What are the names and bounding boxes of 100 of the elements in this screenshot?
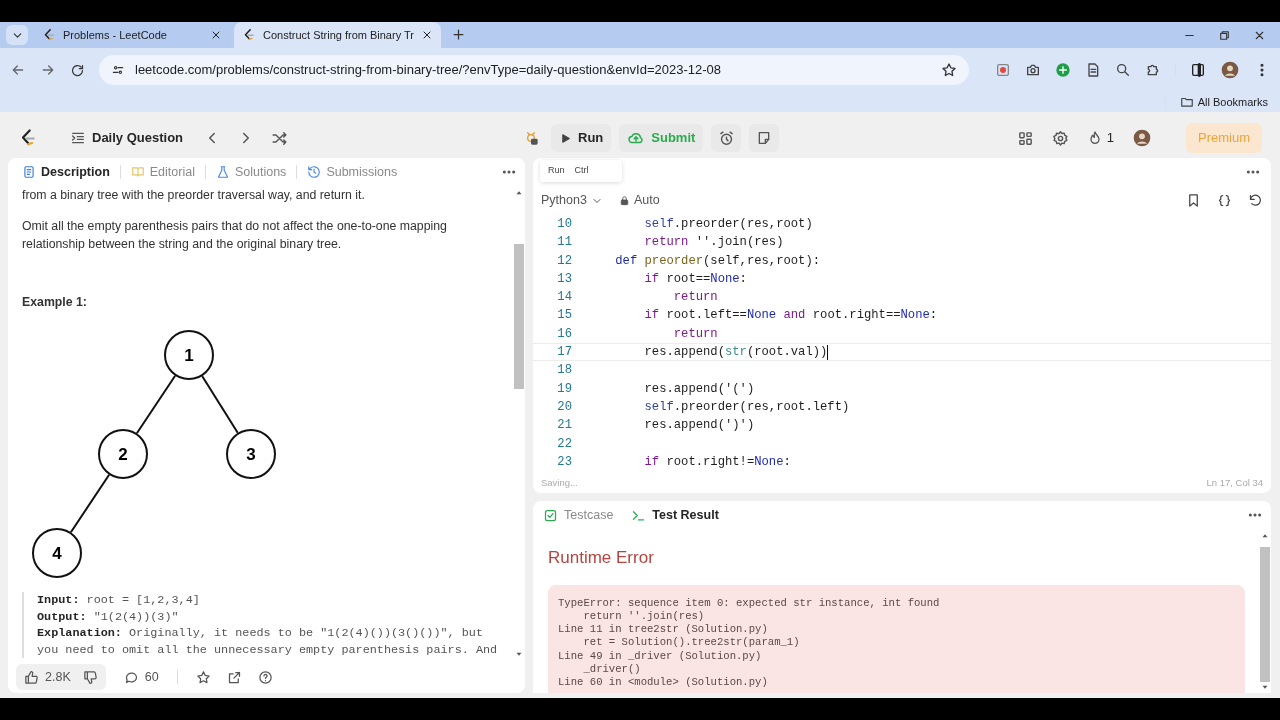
code-line: res.append(')') bbox=[643, 417, 755, 435]
save-status: Saving... bbox=[541, 475, 578, 490]
shuffle-icon[interactable] bbox=[271, 129, 289, 147]
tree-node: 2 bbox=[98, 429, 148, 479]
camera-icon[interactable] bbox=[1025, 62, 1041, 78]
tab[interactable]: Solutions bbox=[209, 160, 293, 184]
document-icon bbox=[22, 165, 36, 179]
tab[interactable]: Testcase bbox=[541, 505, 616, 525]
cursor-position: Ln 17, Col 34 bbox=[1206, 475, 1263, 490]
site-logo-icon bbox=[42, 28, 56, 42]
scrollbar-thumb[interactable] bbox=[1260, 547, 1270, 682]
language-dropdown[interactable]: Python3 bbox=[541, 191, 603, 210]
browser-tab[interactable]: Problems - LeetCode bbox=[34, 22, 230, 48]
code-line: return ''.join(res) bbox=[643, 234, 784, 252]
thumbs-up-icon bbox=[24, 669, 39, 685]
back-icon[interactable] bbox=[10, 62, 26, 78]
timer-button[interactable] bbox=[711, 124, 742, 152]
description-text: from a binary tree with the preorder traversal way, and return it. bbox=[22, 187, 366, 204]
format-code-icon[interactable] bbox=[1217, 193, 1232, 208]
tree-node: 4 bbox=[32, 528, 82, 578]
folder-icon bbox=[1179, 95, 1194, 109]
close-icon[interactable] bbox=[210, 29, 222, 41]
streak-button[interactable]: 1 bbox=[1086, 128, 1114, 148]
line-number: 16 bbox=[556, 325, 572, 343]
line-number: 19 bbox=[556, 380, 572, 398]
line-number: 11 bbox=[556, 234, 572, 252]
reset-icon[interactable] bbox=[1248, 193, 1263, 208]
error-line: Line 49 in _driver (Solution.py) bbox=[558, 649, 763, 663]
dislike-button[interactable] bbox=[82, 669, 98, 685]
error-line: Line 60 in <module> (Solution.py) bbox=[558, 676, 769, 690]
line-number: 15 bbox=[556, 307, 572, 325]
notes-button[interactable] bbox=[749, 124, 780, 152]
bookmarks-button[interactable]: All Bookmarks bbox=[1179, 93, 1268, 111]
example-line: Output: "1(2(4))(3)" bbox=[37, 608, 180, 625]
code-line: if root.right!=None: bbox=[643, 453, 791, 470]
lock-icon bbox=[618, 195, 630, 206]
run-button[interactable]: Run bbox=[551, 124, 612, 152]
description-text: Omit all the empty parenthesis pairs that do not affect the one-to-one mapping relationship between the string and the original binary tree. bbox=[22, 218, 448, 253]
reload-icon[interactable] bbox=[70, 62, 85, 78]
close-icon[interactable] bbox=[421, 29, 433, 41]
tree-node: 3 bbox=[226, 429, 276, 479]
example-line: Explanation: Originally, it needs to be "1(2(4)())(3()())", but you need to omit all the unnecessary empty parenthesis pairs. And bbox=[37, 625, 499, 658]
restore-icon[interactable] bbox=[1218, 28, 1231, 42]
code-line: res.append(str(root.val)) bbox=[643, 344, 828, 361]
avatar-icon[interactable] bbox=[1132, 128, 1152, 148]
tab-search-button[interactable] bbox=[6, 25, 28, 45]
share-icon[interactable] bbox=[226, 669, 242, 685]
layout-icon[interactable] bbox=[1016, 129, 1034, 147]
plus-icon[interactable] bbox=[1055, 62, 1071, 78]
scrollbar-thumb[interactable] bbox=[514, 244, 524, 389]
site-logo-icon bbox=[242, 28, 256, 42]
document-icon[interactable] bbox=[1085, 62, 1101, 78]
line-number: 12 bbox=[556, 252, 572, 270]
list-icon bbox=[70, 130, 86, 146]
tab[interactable]: Description bbox=[16, 160, 116, 184]
extensions-icon[interactable] bbox=[1145, 62, 1161, 78]
line-number: 20 bbox=[556, 398, 572, 416]
comment-icon bbox=[123, 669, 139, 685]
auto-mode-label: Auto bbox=[618, 191, 660, 210]
tooltip: Run Ctrl bbox=[540, 160, 622, 182]
thumbs-down-icon bbox=[82, 669, 98, 685]
settings-icon[interactable] bbox=[1051, 129, 1069, 147]
code-line: self.preorder(res,root.left) bbox=[643, 398, 850, 416]
star-icon[interactable] bbox=[195, 669, 211, 685]
problem-list-button[interactable]: Daily Question bbox=[64, 124, 190, 152]
flask-icon bbox=[215, 165, 230, 179]
text-cursor bbox=[827, 344, 829, 360]
error-line: _driver() bbox=[582, 663, 642, 677]
comments-button[interactable]: 60 bbox=[123, 667, 159, 687]
star-icon[interactable] bbox=[941, 62, 957, 78]
line-number: 18 bbox=[556, 362, 572, 380]
tree-node: 1 bbox=[164, 330, 214, 380]
checkbox-icon bbox=[543, 507, 558, 523]
search-icon[interactable] bbox=[1115, 62, 1131, 78]
code-line: if root==None: bbox=[643, 270, 747, 288]
bookmark-icon[interactable] bbox=[1186, 193, 1201, 208]
code-line: return bbox=[672, 289, 718, 307]
line-number: 13 bbox=[556, 270, 572, 288]
new-tab-icon[interactable] bbox=[451, 27, 466, 42]
book-icon bbox=[130, 165, 145, 179]
avatar-icon[interactable] bbox=[1220, 60, 1240, 80]
tab[interactable]: Test Result bbox=[629, 505, 721, 525]
error-line: ret = Solution().tree2str(param_1) bbox=[582, 636, 801, 650]
forward-icon[interactable] bbox=[40, 62, 56, 78]
screen-capture-icon[interactable] bbox=[995, 62, 1011, 78]
code-line: res.append('(') bbox=[643, 380, 755, 398]
error-line: Line 11 in tree2str (Solution.py) bbox=[558, 623, 769, 637]
browser-tab[interactable]: Construct String from Binary Tr bbox=[234, 22, 441, 48]
history-icon bbox=[307, 165, 322, 179]
tab[interactable]: Editorial bbox=[124, 160, 201, 184]
address-bar[interactable]: leetcode.com/problems/construct-string-from-binary-tree/?envType=daily-question&envId=2023-12-08 bbox=[99, 55, 969, 85]
code-line: return bbox=[672, 325, 718, 343]
code-line: if root.left==None and root.right==None: bbox=[643, 307, 938, 325]
code-line: self.preorder(res,root) bbox=[643, 216, 813, 233]
sidebar-icon[interactable] bbox=[1190, 62, 1206, 78]
help-icon[interactable] bbox=[257, 669, 273, 685]
site-info-icon[interactable] bbox=[111, 63, 125, 77]
tab[interactable]: Submissions bbox=[301, 160, 404, 184]
line-number: 21 bbox=[556, 417, 572, 435]
tree-edge bbox=[201, 375, 239, 434]
